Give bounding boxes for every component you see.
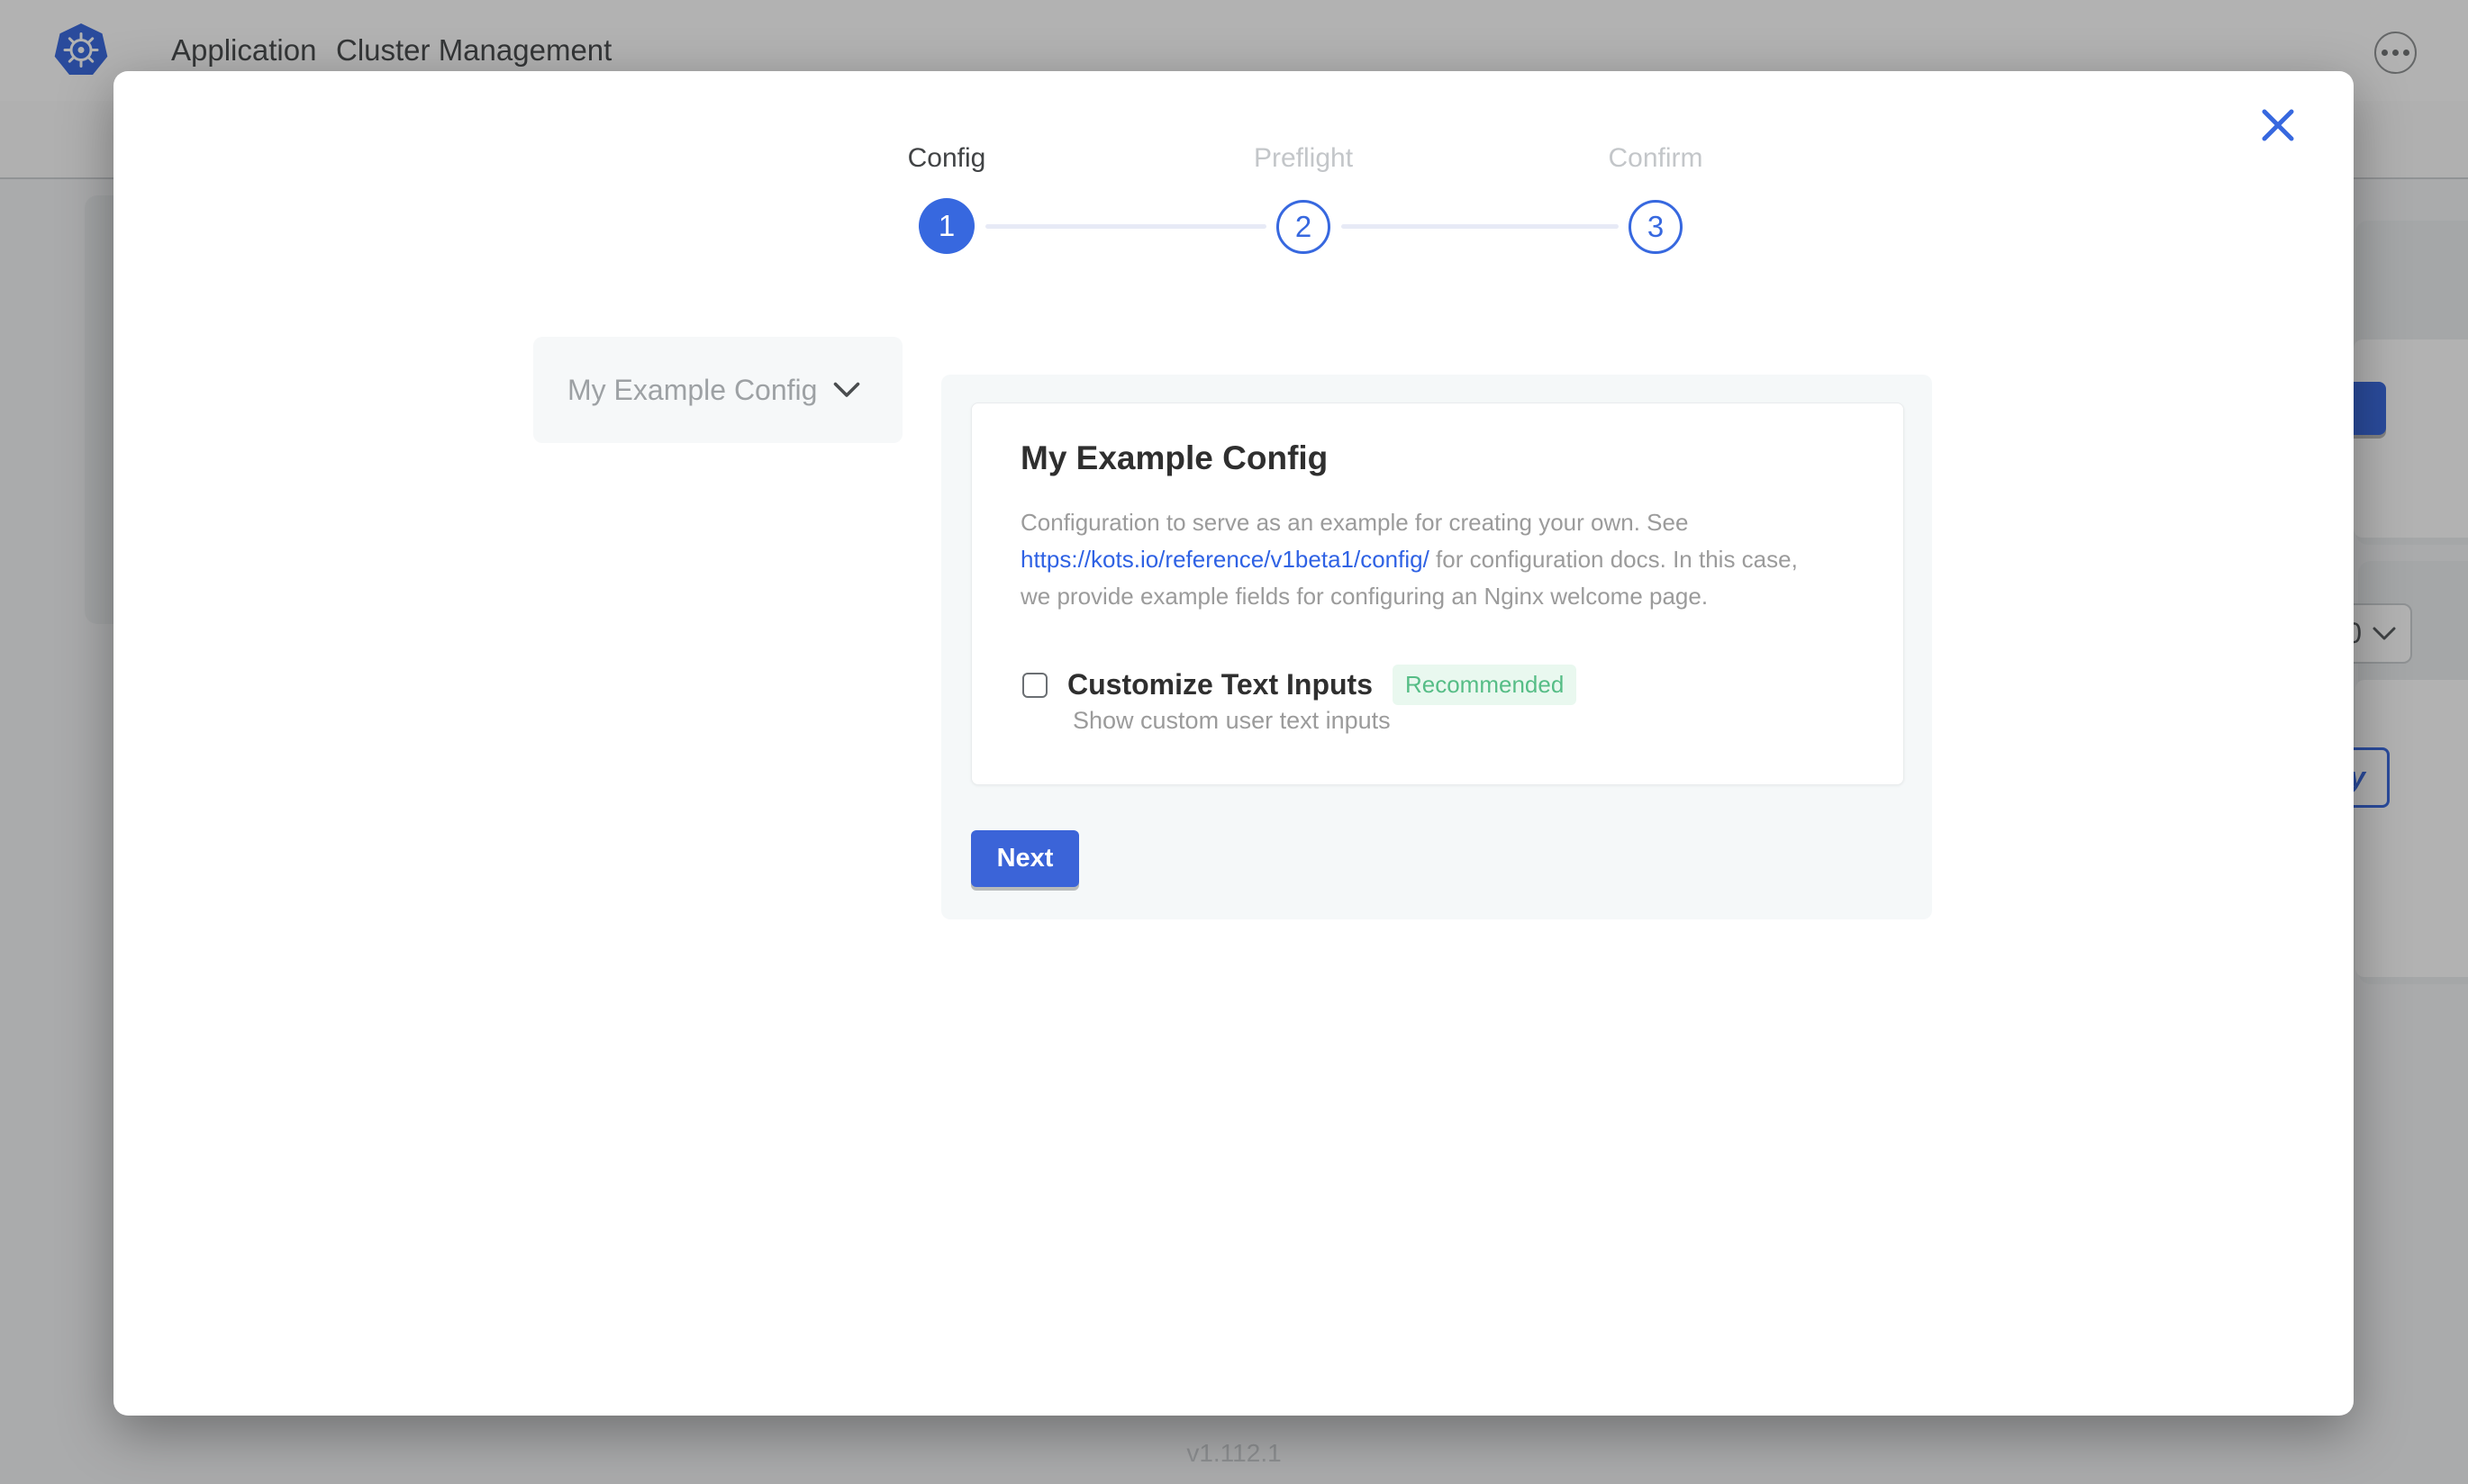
config-group-dropdown[interactable]: My Example Config (533, 337, 903, 443)
customize-text-inputs-checkbox[interactable] (1022, 673, 1048, 698)
recommended-badge: Recommended (1393, 665, 1576, 705)
config-panel: My Example Config Configuration to serve… (941, 375, 1932, 919)
step-label-config: Config (839, 143, 1055, 174)
next-button[interactable]: Next (971, 830, 1079, 887)
description-line-3: we provide example fields for configurin… (1021, 578, 1798, 615)
description-line-1: Configuration to serve as an example for… (1021, 504, 1798, 541)
step-connector-2 (1341, 224, 1619, 229)
step-circle-2[interactable]: 2 (1276, 200, 1330, 254)
step-label-confirm: Confirm (1547, 143, 1764, 174)
step-label-preflight: Preflight (1195, 143, 1411, 174)
description-line-2: https://kots.io/reference/v1beta1/config… (1021, 541, 1798, 578)
config-group-title: My Example Config (1021, 439, 1328, 477)
customize-text-inputs-label[interactable]: Customize Text Inputs (1067, 668, 1373, 701)
step-circle-1[interactable]: 1 (919, 198, 975, 254)
checkbox-row: Customize Text Inputs Recommended (1022, 665, 1576, 705)
step-circle-3[interactable]: 3 (1629, 200, 1683, 254)
screen: Application Cluster Management 0 y v1.11… (0, 0, 2468, 1484)
config-wizard-modal: Config Preflight Confirm 1 2 3 My Exampl… (113, 71, 2354, 1416)
config-group-dropdown-label: My Example Config (567, 374, 817, 407)
step-connector-1 (985, 224, 1266, 229)
config-docs-link[interactable]: https://kots.io/reference/v1beta1/config… (1021, 546, 1429, 573)
description-line-2-text: for configuration docs. In this case, (1429, 546, 1798, 573)
close-icon[interactable] (2255, 104, 2300, 149)
checkbox-help-text: Show custom user text inputs (1073, 707, 1391, 735)
config-group-description: Configuration to serve as an example for… (1021, 504, 1798, 615)
chevron-down-icon (833, 382, 860, 399)
config-group-card: My Example Config Configuration to serve… (971, 403, 1904, 785)
